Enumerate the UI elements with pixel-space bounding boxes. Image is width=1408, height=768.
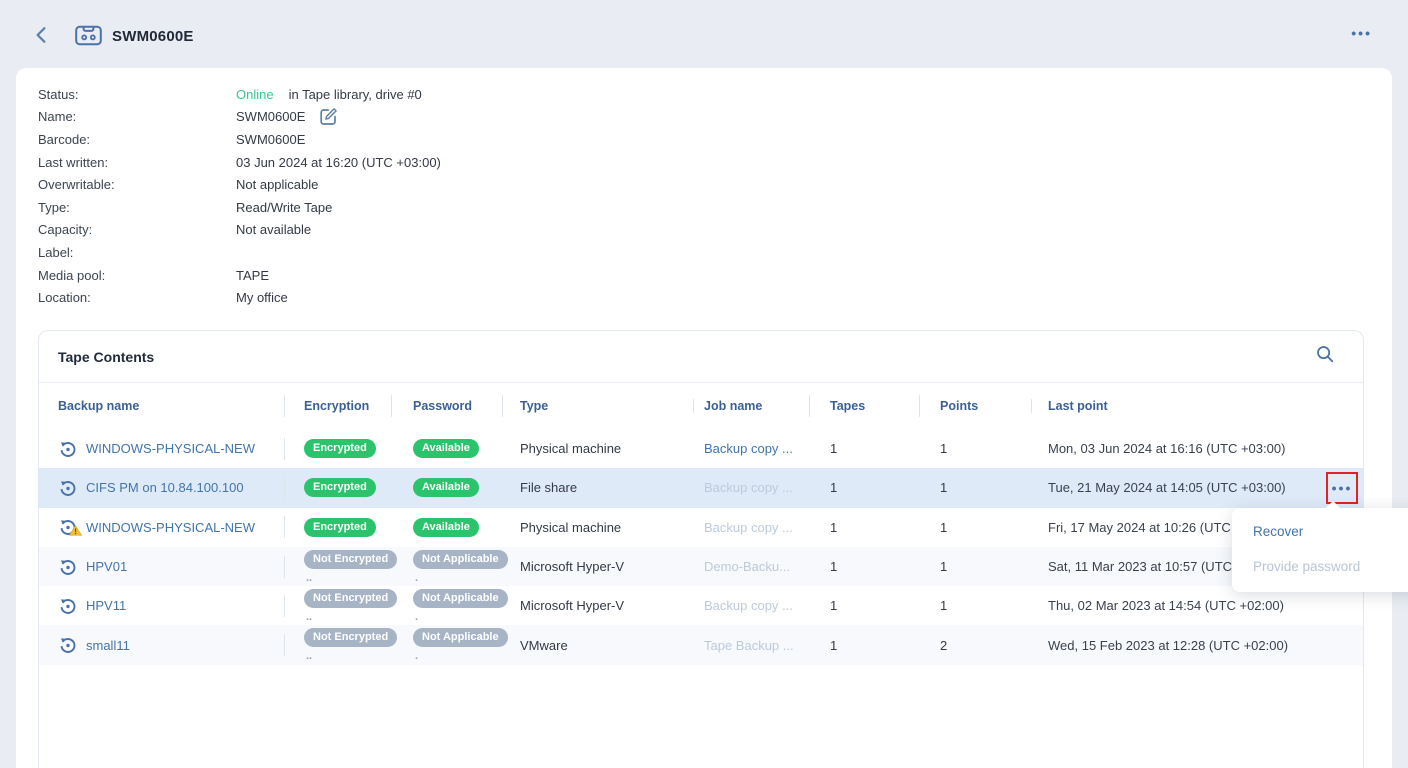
points-cell: 1	[919, 520, 1031, 535]
col-last-point[interactable]: Last point	[1031, 399, 1363, 413]
table-row-selected[interactable]: CIFS PM on 10.84.100.100 Encrypted Avail…	[39, 468, 1363, 507]
tapes-cell: 1	[809, 638, 919, 653]
job-name-text: Tape Backup ...	[704, 638, 794, 653]
type-cell: Microsoft Hyper-V	[502, 559, 693, 574]
tapes-cell: 1	[809, 480, 919, 495]
edit-name-icon[interactable]	[319, 107, 338, 129]
table-row[interactable]: WINDOWS-PHYSICAL-NEW Encrypted Available…	[39, 429, 1363, 468]
password-badge: Available	[413, 518, 479, 537]
col-encryption[interactable]: Encryption	[284, 399, 391, 413]
points-cell: 2	[919, 638, 1031, 653]
tape-properties-list: Status: Onlinein Tape library, drive #0 …	[38, 83, 441, 309]
last-point-cell: Tue, 21 May 2024 at 14:05 (UTC +03:00)	[1031, 480, 1363, 495]
tape-details-panel: Status: Onlinein Tape library, drive #0 …	[16, 68, 1392, 768]
table-row[interactable]: small11 Not Encrypted.. Not Applicable. …	[39, 625, 1363, 664]
tapes-cell: 1	[809, 520, 919, 535]
status-location-text: in Tape library, drive #0	[289, 87, 422, 102]
col-points[interactable]: Points	[919, 399, 1031, 413]
backup-name-link[interactable]: HPV01	[86, 559, 127, 574]
password-badge: Not Applicable	[413, 628, 508, 647]
encryption-badge: Not Encrypted	[304, 628, 397, 647]
tapes-cell: 1	[809, 598, 919, 613]
click-highlight-annotation: •••	[1326, 472, 1358, 504]
password-badge: Not Applicable	[413, 550, 508, 569]
backup-name-link[interactable]: CIFS PM on 10.84.100.100	[86, 480, 244, 495]
detail-row-name: Name: SWM0600E	[38, 106, 441, 129]
detail-row-label: Label:	[38, 241, 441, 264]
last-point-cell: Wed, 15 Feb 2023 at 12:28 (UTC +02:00)	[1031, 638, 1363, 653]
encryption-badge: Not Encrypted	[304, 589, 397, 608]
restore-point-icon	[58, 478, 78, 498]
detail-row-location: Location: My office	[38, 286, 441, 309]
row-actions-menu-button[interactable]: •••	[1332, 485, 1353, 491]
type-cell: Physical machine	[502, 441, 693, 456]
restore-point-icon	[58, 635, 78, 655]
warning-triangle-icon	[69, 524, 82, 539]
password-badge: Not Applicable	[413, 589, 508, 608]
col-type[interactable]: Type	[502, 399, 693, 413]
last-point-cell: Mon, 03 Jun 2024 at 16:16 (UTC +03:00)	[1031, 441, 1363, 456]
restore-point-warning-icon	[58, 517, 78, 537]
job-name-text: Backup copy ...	[704, 598, 793, 613]
col-tapes[interactable]: Tapes	[809, 399, 919, 413]
page-overflow-menu-button[interactable]: •••	[1351, 30, 1372, 36]
menu-item-recover[interactable]: Recover	[1232, 514, 1408, 549]
col-backup-name[interactable]: Backup name	[39, 399, 284, 413]
last-point-cell: Thu, 02 Mar 2023 at 14:54 (UTC +02:00)	[1031, 598, 1363, 613]
tape-contents-title: Tape Contents	[58, 349, 154, 365]
top-bar: SWM0600E •••	[0, 0, 1408, 64]
job-name-text: Backup copy ...	[704, 520, 793, 535]
tapes-cell: 1	[809, 441, 919, 456]
type-cell: Microsoft Hyper-V	[502, 598, 693, 613]
row-context-menu: Recover Provide password	[1232, 508, 1408, 592]
encryption-badge: Encrypted	[304, 518, 376, 537]
points-cell: 1	[919, 441, 1031, 456]
tapes-cell: 1	[809, 559, 919, 574]
restore-point-icon	[58, 596, 78, 616]
search-icon[interactable]	[1315, 344, 1335, 369]
table-row[interactable]: WINDOWS-PHYSICAL-NEW Encrypted Available…	[39, 508, 1363, 547]
password-badge: Available	[413, 439, 479, 458]
password-badge: Available	[413, 478, 479, 497]
backup-name-link[interactable]: HPV11	[86, 598, 126, 613]
job-name-text: Demo-Backu...	[704, 559, 790, 574]
table-header-row: Backup name Encryption Password Type Job…	[39, 383, 1363, 429]
col-password[interactable]: Password	[391, 399, 502, 413]
detail-row-last-written: Last written: 03 Jun 2024 at 16:20 (UTC …	[38, 151, 441, 174]
menu-item-provide-password: Provide password	[1232, 549, 1408, 584]
detail-row-barcode: Barcode: SWM0600E	[38, 128, 441, 151]
job-name-link[interactable]: Backup copy ...	[704, 441, 793, 456]
encryption-badge: Encrypted	[304, 478, 376, 497]
points-cell: 1	[919, 559, 1031, 574]
encryption-badge: Encrypted	[304, 439, 376, 458]
table-row[interactable]: HPV11 Not Encrypted.. Not Applicable. Mi…	[39, 586, 1363, 625]
backup-name-link[interactable]: WINDOWS-PHYSICAL-NEW	[86, 441, 255, 456]
encryption-badge: Not Encrypted	[304, 550, 397, 569]
tape-name-value: SWM0600E	[236, 109, 305, 124]
detail-row-status: Status: Onlinein Tape library, drive #0	[38, 83, 441, 106]
backup-name-link[interactable]: WINDOWS-PHYSICAL-NEW	[86, 520, 255, 535]
tape-contents-header: Tape Contents	[39, 331, 1363, 383]
type-cell: VMware	[502, 638, 693, 653]
points-cell: 1	[919, 598, 1031, 613]
table-row[interactable]: HPV01 Not Encrypted.. Not Applicable. Mi…	[39, 547, 1363, 586]
tape-cassette-icon	[75, 25, 102, 51]
col-job-name[interactable]: Job name	[693, 399, 809, 413]
job-name-text: Backup copy ...	[704, 480, 793, 495]
type-cell: File share	[502, 480, 693, 495]
detail-row-media-pool: Media pool: TAPE	[38, 264, 441, 287]
detail-row-type: Type: Read/Write Tape	[38, 196, 441, 219]
page-title: SWM0600E	[112, 28, 194, 45]
back-icon[interactable]	[34, 26, 50, 44]
detail-row-overwritable: Overwritable: Not applicable	[38, 173, 441, 196]
points-cell: 1	[919, 480, 1031, 495]
restore-point-icon	[58, 557, 78, 577]
detail-row-capacity: Capacity: Not available	[38, 219, 441, 242]
tape-contents-panel: Tape Contents Backup name Encryption Pas…	[38, 330, 1364, 768]
backup-name-link[interactable]: small11	[86, 638, 130, 653]
status-online-value: Online	[236, 87, 274, 102]
restore-point-icon	[58, 439, 78, 459]
type-cell: Physical machine	[502, 520, 693, 535]
